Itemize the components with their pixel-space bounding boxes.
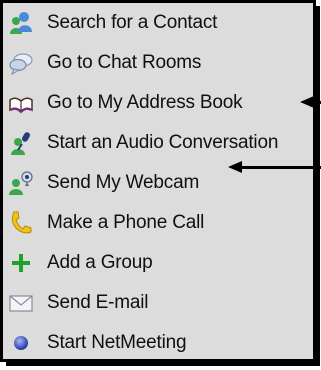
menu-item-chat-rooms[interactable]: Go to Chat Rooms — [3, 43, 313, 83]
context-menu-frame: Search for a Contact Go to Chat Rooms Go… — [0, 0, 316, 362]
email-icon — [9, 295, 33, 312]
menu-item-label: Go to Chat Rooms — [47, 52, 202, 73]
menu-item-label: Search for a Contact — [47, 12, 218, 33]
menu-item-send-email[interactable]: Send E-mail — [3, 283, 313, 323]
menu-item-label: Start NetMeeting — [47, 332, 187, 353]
menu-item-label: Start an Audio Conversation — [47, 132, 279, 153]
menu-item-label: Add a Group — [47, 252, 153, 273]
annotation-arrow-line — [240, 166, 321, 169]
menu-item-search-contact[interactable]: Search for a Contact — [3, 3, 313, 43]
address-book-icon — [9, 97, 33, 114]
phone-icon — [11, 211, 32, 234]
menu-item-label: Send My Webcam — [47, 172, 200, 193]
annotation-arrow-line — [312, 101, 321, 104]
menu-item-webcam[interactable]: Send My Webcam — [3, 163, 313, 203]
menu-item-netmeeting[interactable]: Start NetMeeting — [3, 323, 313, 359]
menu-item-phone-call[interactable]: Make a Phone Call — [3, 203, 313, 243]
menu-item-add-group[interactable]: Add a Group — [3, 243, 313, 283]
add-group-icon — [12, 254, 30, 272]
menu-item-label: Go to My Address Book — [47, 92, 243, 113]
webcam-icon — [9, 171, 33, 195]
frame-shadow — [6, 362, 320, 366]
menu-item-address-book[interactable]: Go to My Address Book — [3, 83, 313, 123]
chat-rooms-icon — [9, 53, 33, 76]
frame-shadow — [316, 6, 320, 364]
context-menu: Search for a Contact Go to Chat Rooms Go… — [3, 3, 313, 359]
menu-item-audio-conversation[interactable]: Start an Audio Conversation — [3, 123, 313, 163]
menu-item-label: Make a Phone Call — [47, 212, 205, 233]
netmeeting-icon — [14, 336, 28, 350]
audio-conversation-icon — [11, 132, 30, 155]
search-contact-icon — [10, 12, 32, 34]
menu-item-label: Send E-mail — [47, 292, 149, 313]
